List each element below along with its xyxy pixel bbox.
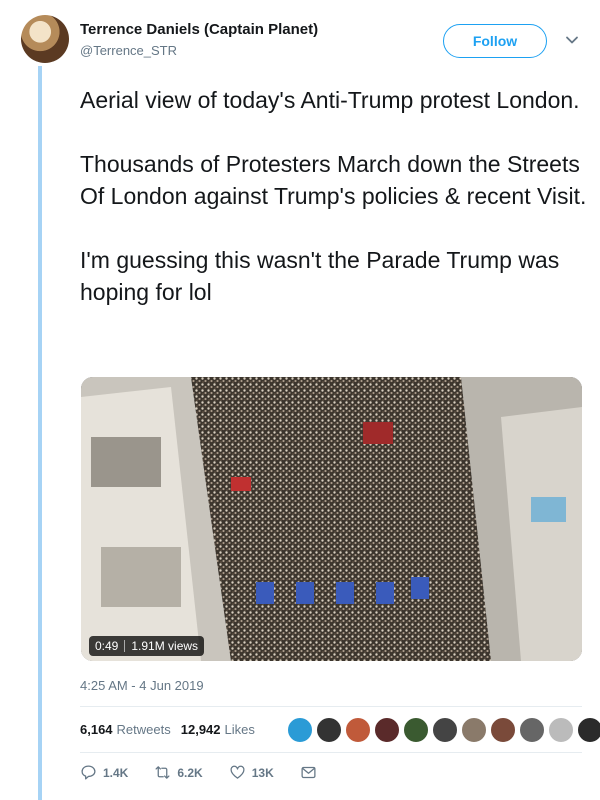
reply-count: 1.4K — [103, 765, 129, 780]
engagement-stats: 6,164 Retweets 12,942 Likes — [80, 722, 255, 737]
retweet-button[interactable]: 6.2K — [154, 764, 203, 781]
chevron-down-icon[interactable] — [565, 33, 579, 47]
retweets-count: 6,164 — [80, 722, 113, 737]
reply-icon — [81, 765, 96, 780]
protest-aerial-image — [81, 377, 582, 661]
likes-label: Likes — [224, 722, 255, 737]
divider — [80, 706, 582, 707]
author-handle[interactable]: @Terrence_STR — [80, 43, 177, 58]
follow-button[interactable]: Follow — [443, 24, 547, 58]
retweets-label: Retweets — [116, 722, 171, 737]
liker-avatar[interactable] — [316, 717, 342, 743]
liker-avatar[interactable] — [490, 717, 516, 743]
heart-icon — [230, 765, 245, 779]
liker-avatar[interactable] — [548, 717, 574, 743]
badge-divider — [124, 640, 126, 652]
liker-avatar[interactable] — [577, 717, 600, 743]
divider — [80, 752, 582, 753]
like-count: 13K — [251, 765, 274, 780]
video-player[interactable] — [81, 377, 582, 661]
retweet-count: 6.2K — [177, 765, 203, 780]
avatar[interactable] — [21, 15, 69, 63]
tweet-text: Aerial view of today's Anti-Trump protes… — [80, 87, 587, 305]
liker-avatar[interactable] — [403, 717, 429, 743]
envelope-icon — [301, 766, 316, 779]
liker-avatars — [287, 717, 600, 743]
likes-stat[interactable]: 12,942 Likes — [181, 722, 255, 737]
video-views: 1.91M views — [131, 639, 199, 653]
liker-avatar[interactable] — [432, 717, 458, 743]
liker-avatar[interactable] — [345, 717, 371, 743]
likes-count: 12,942 — [180, 722, 221, 737]
like-button[interactable]: 13K — [229, 764, 274, 781]
thread-line — [38, 66, 42, 800]
message-button[interactable] — [300, 764, 317, 781]
video-badge: 0:49 1.91M views — [89, 636, 205, 656]
liker-avatar[interactable] — [519, 717, 545, 743]
liker-avatar[interactable] — [461, 717, 487, 743]
timestamp[interactable]: 4:25 AM - 4 Jun 2019 — [80, 678, 204, 693]
action-bar: 1.4K 6.2K 13K — [80, 764, 343, 781]
video-duration: 0:49 — [95, 639, 119, 653]
retweet-icon — [155, 766, 170, 779]
retweets-stat[interactable]: 6,164 Retweets — [80, 722, 171, 737]
liker-avatar[interactable] — [287, 717, 313, 743]
author-name[interactable]: Terrence Daniels (Captain Planet) — [80, 21, 318, 38]
reply-button[interactable]: 1.4K — [80, 764, 128, 781]
liker-avatar[interactable] — [374, 717, 400, 743]
